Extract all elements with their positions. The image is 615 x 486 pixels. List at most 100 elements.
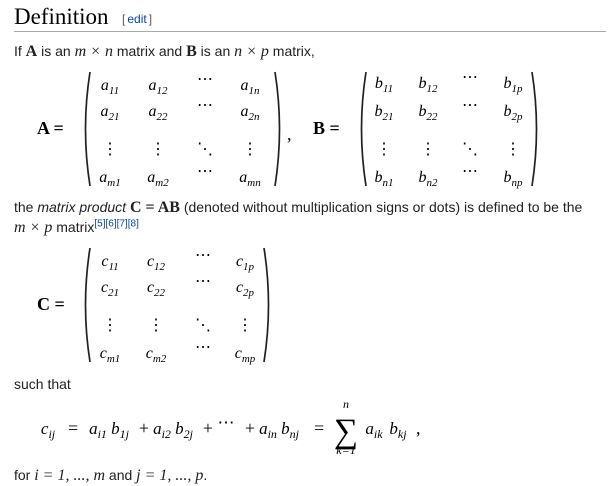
formula-lhs: cij (41, 419, 56, 441)
matrix-a-entry-r3c3: ⋱ (197, 141, 213, 158)
matrix-c-entry-r3c4: ⋮ (237, 317, 253, 334)
matrix-a-entry-r1c1: a11 (101, 77, 119, 97)
dimension-n-by-p: n × p (234, 43, 269, 60)
matrix-b-entry-r4c3: ⋯ (462, 163, 478, 180)
sum-lower-limit: k=1 (336, 443, 355, 457)
matrix-c-entry-r1c1: c11 (101, 253, 118, 273)
edit-section-control: [edit] (122, 12, 153, 26)
matrix-b-entry-r4c1: bn1 (375, 169, 394, 189)
matrix-b-entry-r2c2: b22 (419, 103, 439, 123)
formula-term-4: bnj (281, 419, 300, 441)
matrix-c-entry-r2c4: c2p (236, 279, 255, 299)
matrix-a-entry-r4c1: am1 (99, 169, 120, 189)
matrix-c-definition: C = c11 c12 ⋯ c1p c21 c22 ⋯ c2p ⋮ ⋮ ⋱ ⋮ cm1 cm2 ⋯ cmp (37, 247, 270, 365)
intro-paragraph: If A is an m × n matrix and B is an n × … (14, 43, 315, 60)
dimension-m-by-p: m × p (14, 219, 53, 236)
matrix-b-entry-r1c4: b1p (504, 75, 524, 95)
matrix-b-entry-r4c4: bnp (504, 169, 524, 189)
edit-section-link[interactable]: edit (125, 12, 148, 26)
matrix-c-entry-r1c3: ⋯ (195, 247, 211, 264)
formula-term-2: ai2 (153, 419, 171, 441)
citation-7-link[interactable]: [7] (117, 218, 128, 229)
matrix-c-label: C = (37, 294, 65, 314)
matrix-b-entry-r1c3: ⋯ (462, 69, 478, 86)
section-heading: Definition [edit] (14, 4, 606, 32)
dimension-m-by-n: m × n (74, 43, 113, 60)
formula-equals-2: = (314, 418, 324, 438)
matrix-c-entry-r1c2: c12 (147, 253, 166, 273)
formula-equals: = (68, 418, 78, 438)
matrix-c-entry-r2c2: c22 (147, 279, 166, 299)
matrix-c-entry-r2c3: ⋯ (195, 273, 211, 290)
such-that-text: such that (14, 376, 71, 392)
matrix-a-entry-r3c2: ⋮ (150, 141, 166, 158)
right-paren (531, 71, 538, 187)
matrix-c-entry-r4c4: cmp (235, 345, 256, 365)
j-range: j = 1, ..., p (136, 467, 204, 484)
entry-formula: cij = ai1 b1j + ai2 b2j + ⋯ + ain bnj = ∑nk=1aik bkj, (41, 397, 421, 457)
matrix-b-entry-r1c1: b11 (375, 75, 393, 95)
matrix-b-symbol: B (186, 43, 197, 60)
matrix-c-entry-r4c2: cm2 (146, 345, 167, 365)
citation-6-link[interactable]: [6] (105, 218, 116, 229)
matrix-c-entry-r4c1: cm1 (100, 345, 121, 365)
sum-term-factor: aik (365, 419, 383, 441)
formula-trailing-comma: , (416, 418, 421, 438)
matrix-b-matrix: B = b11 b12 ⋯ b1p b21 b22 ⋯ b2p ⋮ ⋮ ⋱ ⋮ bn1 bn2 ⋯ bnp (313, 69, 538, 189)
left-paren (84, 71, 91, 187)
matrix-b-entry-r1c2: b12 (419, 75, 439, 95)
matrix-a-entry-r3c1: ⋮ (102, 141, 118, 158)
formula-term-1: b1j (111, 419, 130, 441)
matrix-b-entry-r3c1: ⋮ (376, 141, 392, 158)
formula-plus: + (139, 418, 149, 438)
formula-term-3: ⋯ (218, 413, 235, 432)
citation-8-link[interactable]: [8] (128, 218, 139, 229)
matrix-b-entry-r3c4: ⋮ (505, 141, 521, 158)
product-paragraph-line2: m × p matrix[5][6][7][8] (14, 218, 139, 236)
matrix-b-entry-r2c3: ⋯ (462, 97, 478, 114)
matrix-product-term: matrix product (37, 199, 127, 215)
formula-term-4: ain (259, 419, 277, 441)
citation-refs: [5][6][7][8] (94, 218, 139, 229)
matrix-a-entry-r2c3: ⋯ (197, 97, 213, 114)
matrix-b-entry-r2c4: b2p (504, 103, 524, 123)
matrix-c-entry-r3c1: ⋮ (102, 317, 118, 334)
product-paragraph-line1: the matrix product C = AB (denoted witho… (14, 199, 583, 216)
left-paren (84, 247, 91, 363)
sum-term-factor: bkj (389, 419, 407, 441)
matrix-c-matrix: C = c11 c12 ⋯ c1p c21 c22 ⋯ c2p ⋮ ⋮ ⋱ ⋮ cm1 cm2 ⋯ cmp (37, 247, 270, 365)
matrix-a-entry-r2c2: a22 (149, 103, 169, 123)
section-title: Definition (14, 4, 109, 29)
matrix-a-entry-r1c2: a12 (149, 77, 169, 97)
matrix-c-entry-r3c3: ⋱ (195, 317, 211, 334)
sum-upper-limit: n (343, 397, 349, 411)
formula-term-2: b2j (175, 419, 194, 441)
matrix-c-entry-r4c3: ⋯ (195, 339, 211, 356)
matrix-a-label: A = (37, 118, 64, 138)
matrix-a-b-definitions: A = a11 a12 ⋯ a1n a21 a22 ⋯ a2n ⋮ ⋮ ⋱ ⋮ am1 am2 ⋯ amn, B … (37, 69, 538, 189)
matrix-a-entry-r3c4: ⋮ (242, 141, 258, 158)
matrix-b-label: B = (313, 118, 340, 138)
matrix-a-entry-r1c3: ⋯ (197, 71, 213, 88)
matrix-a-entry-r4c3: ⋯ (197, 163, 213, 180)
citation-5-link[interactable]: [5] (94, 218, 105, 229)
matrix-a-entry-r4c2: am2 (147, 169, 169, 189)
left-paren (360, 71, 367, 187)
formula-term-1: ai1 (89, 419, 107, 441)
formula-plus: + (245, 418, 255, 438)
matrix-a-matrix: A = a11 a12 ⋯ a1n a21 a22 ⋯ a2n ⋮ ⋮ ⋱ ⋮ am1 am2 ⋯ amn (37, 71, 281, 189)
matrix-c-entry-r3c2: ⋮ (148, 317, 164, 334)
matrix-b-entry-r3c3: ⋱ (462, 141, 478, 158)
matrix-c-entry-r1c4: c1p (236, 253, 255, 273)
matrix-a-symbol: A (25, 43, 38, 60)
matrix-a-entry-r2c4: a2n (241, 103, 261, 123)
matrix-a-entry-r2c1: a21 (101, 103, 120, 123)
matrix-a-entry-r4c4: amn (239, 169, 261, 189)
matrix-a-entry-r1c4: a1n (241, 77, 261, 97)
formula-plus: + (203, 418, 213, 438)
matrix-b-entry-r4c2: bn2 (419, 169, 439, 189)
index-range-text: for i = 1, ..., m and j = 1, ..., p. (14, 467, 208, 484)
right-paren (274, 71, 281, 187)
i-range: i = 1, ..., m (34, 467, 106, 484)
matrix-b-entry-r3c2: ⋮ (420, 141, 436, 158)
